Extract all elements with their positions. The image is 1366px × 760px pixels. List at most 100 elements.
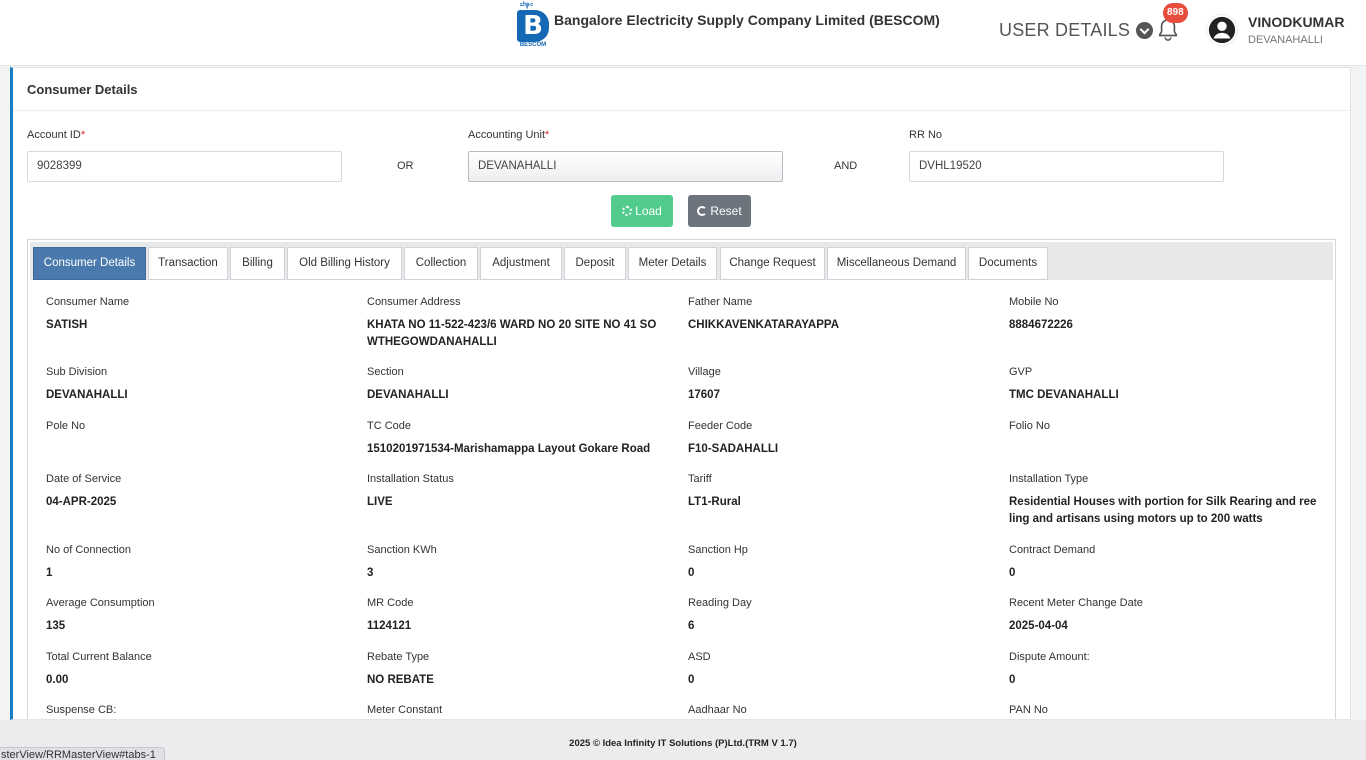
account-id-input[interactable]: 9028399 <box>27 151 342 182</box>
user-name: VINODKUMAR <box>1248 14 1345 30</box>
tab-old-billing-history[interactable]: Old Billing History <box>287 247 402 280</box>
load-label: Load <box>635 204 662 218</box>
field-value: TMC DEVANAHALLI <box>1009 389 1119 401</box>
field-label: Sub Division <box>46 366 108 378</box>
company-name: Bangalore Electricity Supply Company Lim… <box>554 12 940 28</box>
tab-change-request[interactable]: Change Request <box>720 247 825 280</box>
field-label: Folio No <box>1009 420 1050 432</box>
tab-documents[interactable]: Documents <box>968 247 1048 280</box>
tab-adjustment[interactable]: Adjustment <box>480 247 562 280</box>
field-value: 1 <box>46 567 53 579</box>
field-value: 0.00 <box>46 674 69 686</box>
field-label: Section <box>367 366 404 378</box>
divider <box>13 110 1350 111</box>
field-label: Consumer Address <box>367 296 461 308</box>
field-value: DEVANAHALLI <box>46 389 128 401</box>
field-value: 0 <box>688 567 695 579</box>
notification-badge: 898 <box>1163 3 1188 23</box>
tab-miscellaneous-demand[interactable]: Miscellaneous Demand <box>827 247 966 280</box>
reset-button[interactable]: Reset <box>688 195 751 227</box>
user-details-menu[interactable]: USER DETAILS <box>999 20 1154 41</box>
consumer-details-card: Consumer Details Account ID* 9028399 OR … <box>10 67 1351 720</box>
field-label: Recent Meter Change Date <box>1009 597 1143 609</box>
field-value: SATISH <box>46 319 88 331</box>
field-label: Meter Constant <box>367 704 443 716</box>
tab-billing[interactable]: Billing <box>230 247 285 280</box>
brand[interactable]: ಬೆಸ್ಕಾಂ B BESCOM Bangalore Electricity S… <box>516 2 940 48</box>
field-value: NO REBATE <box>367 674 434 686</box>
field-value: 3 <box>367 567 374 579</box>
field-value: 1510201971534-Marishamappa Layout Gokare… <box>367 443 651 455</box>
or-label: OR <box>397 160 414 172</box>
field-value: Residential Houses with portion for Silk… <box>1009 496 1317 525</box>
field-label: No of Connection <box>46 544 131 556</box>
and-label: AND <box>834 160 858 172</box>
tab-meter-details[interactable]: Meter Details <box>628 247 717 280</box>
field-label: MR Code <box>367 597 414 609</box>
field-value: 135 <box>46 620 66 632</box>
chevron-down-icon <box>1136 22 1154 39</box>
tab-collection[interactable]: Collection <box>404 247 478 280</box>
load-button[interactable]: Load <box>611 195 673 227</box>
field-label: Contract Demand <box>1009 544 1096 556</box>
tab-deposit[interactable]: Deposit <box>564 247 626 280</box>
field-value: 0 <box>1009 567 1016 579</box>
status-bar-url: sterView/RRMasterView#tabs-1 <box>0 747 165 760</box>
field-value: 2025-04-04 <box>1009 620 1068 632</box>
field-label: PAN No <box>1009 704 1048 716</box>
user-details-label: USER DETAILS <box>999 20 1131 40</box>
field-label: Consumer Name <box>46 296 130 308</box>
field-label: Dispute Amount: <box>1009 651 1090 663</box>
card-title: Consumer Details <box>27 82 138 97</box>
tab-panel: Consumer Details Transaction Billing Old… <box>27 239 1336 719</box>
logo-kannada-text: ಬೆಸ್ಕಾಂ <box>520 2 533 8</box>
field-label: Suspense CB: <box>46 704 117 716</box>
tab-bar: Consumer Details Transaction Billing Old… <box>30 242 1333 280</box>
field-label: Aadhaar No <box>688 704 747 716</box>
rr-no-input[interactable]: DVHL19520 <box>909 151 1224 182</box>
accounting-unit-select[interactable]: DEVANAHALLI <box>468 151 783 182</box>
copyright-text: 2025 © Idea Infinity IT Solutions (P)Ltd… <box>569 738 797 749</box>
spinner-icon <box>622 206 633 216</box>
user-location: DEVANAHALLI <box>1248 34 1323 46</box>
field-label: Installation Type <box>1009 473 1089 485</box>
field-value: LIVE <box>367 496 393 508</box>
avatar[interactable] <box>1206 14 1238 46</box>
tab-consumer-details[interactable]: Consumer Details <box>33 247 146 280</box>
field-value: 6 <box>688 620 695 632</box>
field-label: Sanction Hp <box>688 544 748 556</box>
logo-letter: B <box>517 10 549 42</box>
field-label: Date of Service <box>46 473 122 485</box>
tab-transaction[interactable]: Transaction <box>148 247 228 280</box>
field-value: DEVANAHALLI <box>367 389 449 401</box>
field-label: Father Name <box>688 296 753 308</box>
field-value: F10-SADAHALLI <box>688 443 779 455</box>
user-icon <box>1208 16 1236 44</box>
field-label: Average Consumption <box>46 597 155 609</box>
field-value: 8884672226 <box>1009 319 1073 331</box>
field-label: Village <box>688 366 721 378</box>
account-id-label: Account ID* <box>27 129 86 141</box>
field-label: Total Current Balance <box>46 651 152 663</box>
field-label: Feeder Code <box>688 420 753 432</box>
field-label: Mobile No <box>1009 296 1059 308</box>
field-value: CHIKKAVENKATARAYAPPA <box>688 319 840 331</box>
accounting-unit-label: Accounting Unit* <box>468 129 550 141</box>
field-value: LT1-Rural <box>688 496 741 508</box>
top-header: ಬೆಸ್ಕಾಂ B BESCOM Bangalore Electricity S… <box>0 0 1366 66</box>
field-label: Pole No <box>46 420 86 432</box>
reset-label: Reset <box>710 204 742 218</box>
field-value: 0 <box>1009 674 1016 686</box>
field-label: Sanction KWh <box>367 544 437 556</box>
field-value: 1124121 <box>367 620 412 632</box>
logo-bottom-text: BESCOM <box>519 42 547 48</box>
field-label: Tariff <box>688 473 712 485</box>
rr-no-label: RR No <box>909 129 943 141</box>
field-label: TC Code <box>367 420 412 432</box>
refresh-icon <box>697 206 708 216</box>
field-label: GVP <box>1009 366 1033 378</box>
field-value: 0 <box>688 674 695 686</box>
bescom-logo: ಬೆಸ್ಕಾಂ B BESCOM <box>516 2 550 48</box>
field-value: 04-APR-2025 <box>46 496 117 508</box>
field-value: KHATA NO 11-522-423/6 WARD NO 20 SITE NO… <box>367 319 657 348</box>
